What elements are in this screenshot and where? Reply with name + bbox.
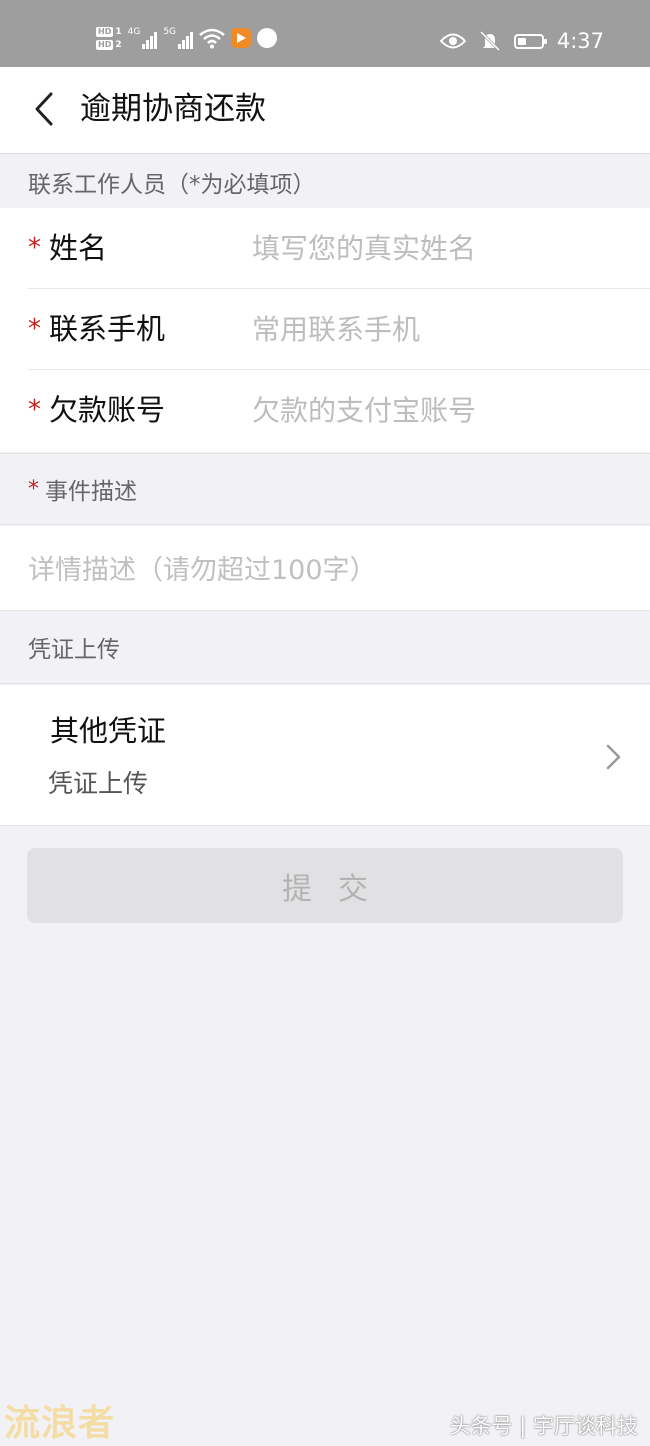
phone-input[interactable] — [252, 307, 632, 351]
contact-section-header: 联系工作人员（*为必填项） — [28, 171, 316, 198]
hd-badge-2: HD — [96, 39, 114, 50]
status-right-icons: 4:37 — [439, 22, 604, 60]
account-label: * 欠款账号 — [28, 390, 165, 430]
status-bar: HD 1 HD 2 4G 5G 4:37 — [0, 0, 650, 67]
signal-icon-1: 4G — [128, 27, 158, 49]
sim2-indicator: HD 2 — [96, 39, 122, 50]
description-header-text: 事件描述 — [45, 479, 137, 505]
page-title: 逾期协商还款 — [80, 91, 266, 127]
nav-bar: 逾期协商还款 — [0, 67, 650, 154]
name-label: * 姓名 — [28, 228, 107, 268]
form-row-account: * 欠款账号 — [28, 370, 650, 451]
submit-button[interactable]: 提交 — [27, 848, 623, 923]
description-input[interactable] — [28, 548, 618, 592]
signal-icon-2: 5G — [163, 27, 194, 49]
network-type-2: 5G — [163, 27, 177, 37]
proof-upload-item[interactable]: 其他凭证 凭证上传 — [0, 685, 650, 826]
account-label-text: 欠款账号 — [49, 393, 166, 427]
upload-section-header: 凭证上传 — [0, 611, 650, 684]
required-mark: * — [28, 476, 39, 502]
phone-label-text: 联系手机 — [49, 312, 166, 346]
description-section-header: * 事件描述 — [0, 453, 650, 525]
proof-item-subtitle: 凭证上传 — [48, 769, 149, 798]
battery-fill — [517, 37, 526, 45]
required-mark: * — [28, 314, 41, 344]
name-input[interactable] — [252, 226, 632, 270]
status-time: 4:37 — [556, 29, 604, 53]
required-mark: * — [28, 233, 41, 263]
chevron-right-icon — [606, 744, 621, 770]
watermark-left: 流浪者 — [4, 1403, 116, 1444]
description-block — [0, 526, 650, 611]
watermark-right: 头条号 | 宇厅谈科技 — [449, 1414, 638, 1438]
ball-app-icon — [257, 28, 278, 48]
sim-indicators: HD 1 HD 2 — [96, 26, 122, 50]
network-type-1: 4G — [127, 27, 141, 37]
hd-badge-1: HD — [96, 26, 114, 37]
battery-icon — [513, 33, 547, 49]
sim2-number: 2 — [115, 39, 122, 50]
status-left-icons: HD 1 HD 2 4G 5G — [96, 18, 278, 58]
video-app-icon — [231, 28, 252, 48]
back-button[interactable] — [24, 89, 64, 129]
proof-item-title: 其他凭证 — [50, 714, 167, 748]
mute-bell-icon — [479, 30, 500, 52]
wifi-icon — [199, 28, 225, 49]
chevron-left-icon — [35, 92, 53, 126]
name-label-text: 姓名 — [49, 231, 108, 265]
sim1-number: 1 — [115, 26, 122, 37]
sim1-indicator: HD 1 — [96, 26, 122, 37]
form-row-phone: * 联系手机 — [28, 289, 650, 370]
required-mark: * — [28, 395, 41, 425]
phone-label: * 联系手机 — [28, 309, 165, 349]
form-row-name: * 姓名 — [28, 208, 650, 289]
contact-form: * 姓名 * 联系手机 * 欠款账号 — [0, 208, 650, 452]
account-input[interactable] — [252, 388, 632, 432]
eye-icon — [439, 33, 466, 49]
